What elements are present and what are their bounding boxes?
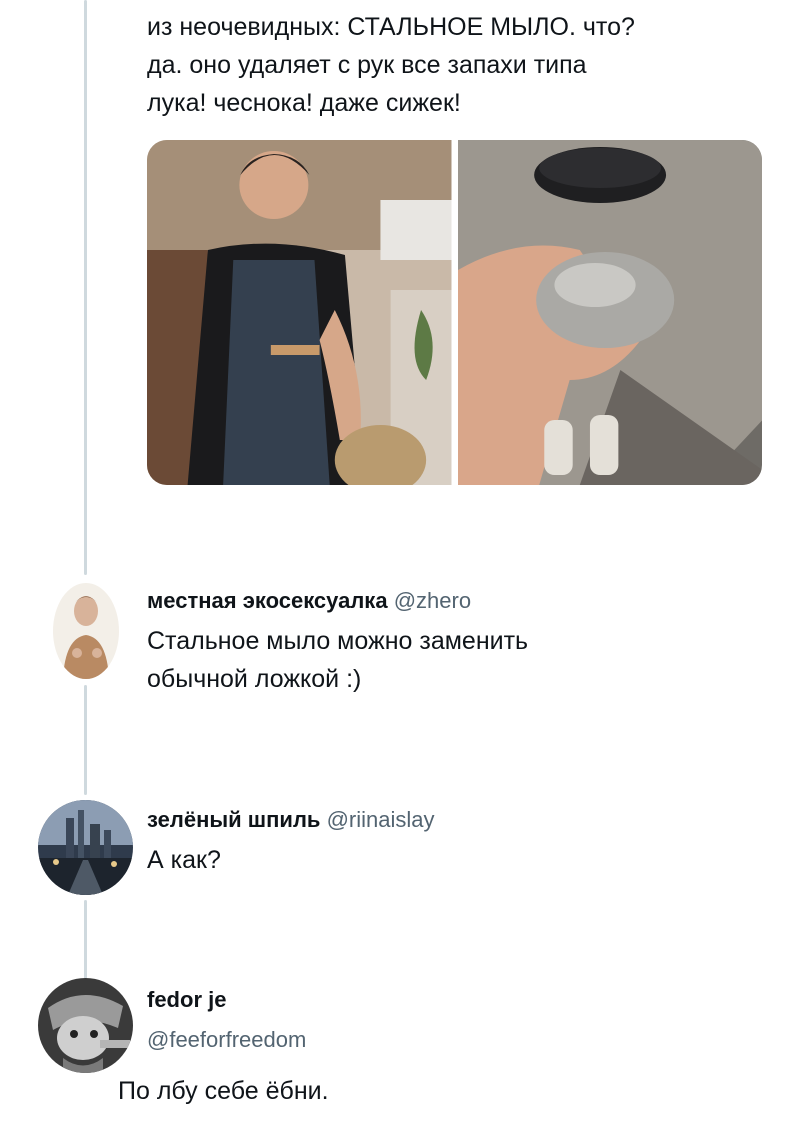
- reply-2-name[interactable]: зелёный шпиль: [147, 807, 320, 832]
- reply-1-handle[interactable]: @zhero: [394, 588, 471, 613]
- thread-line-3: [84, 900, 87, 980]
- main-tweet-line-1: из неочевидных: СТАЛЬНОЕ МЫЛО. что?: [147, 13, 635, 41]
- reply-1-header: местная экосексуалка @zhero: [147, 588, 471, 614]
- reply-1-line-2: обычной ложкой :): [147, 665, 362, 693]
- thread-line-2: [84, 685, 87, 795]
- tweet-media[interactable]: [147, 140, 762, 485]
- avatar[interactable]: [38, 800, 133, 895]
- reply-2-text: А как?: [147, 841, 221, 879]
- reply-1-name[interactable]: местная экосексуалка: [147, 588, 388, 613]
- reply-3-handle[interactable]: @feeforfreedom: [147, 1027, 306, 1052]
- thread-line-top: [84, 0, 87, 575]
- avatar[interactable]: [53, 583, 119, 679]
- photo-woman-in-apron[interactable]: [147, 140, 452, 485]
- reply-2-handle[interactable]: @riinaislay: [327, 807, 435, 832]
- reply-2-header: зелёный шпиль @riinaislay: [147, 807, 435, 833]
- reply-3-name-line: fedor je: [147, 987, 226, 1013]
- reply-3-text: По лбу себе ёбни.: [118, 1072, 329, 1110]
- photo-steel-soap-in-hand[interactable]: [457, 140, 762, 485]
- main-tweet-line-3: лука! чеснока! даже сижек!: [147, 89, 461, 117]
- reply-1-text: Стальное мыло можно заменить обычной лож…: [147, 622, 528, 698]
- reply-3-name[interactable]: fedor je: [147, 987, 226, 1012]
- reply-3-handle-line: @feeforfreedom: [147, 1027, 306, 1053]
- avatar[interactable]: [38, 978, 133, 1073]
- main-tweet-line-2: да. оно удаляет с рук все запахи типа: [147, 51, 587, 79]
- reply-3-line-1: По лбу себе ёбни.: [118, 1077, 329, 1105]
- main-tweet-text: из неочевидных: СТАЛЬНОЕ МЫЛО. что? да. …: [147, 8, 635, 122]
- reply-2-line-1: А как?: [147, 846, 221, 874]
- reply-1-line-1: Стальное мыло можно заменить: [147, 627, 529, 655]
